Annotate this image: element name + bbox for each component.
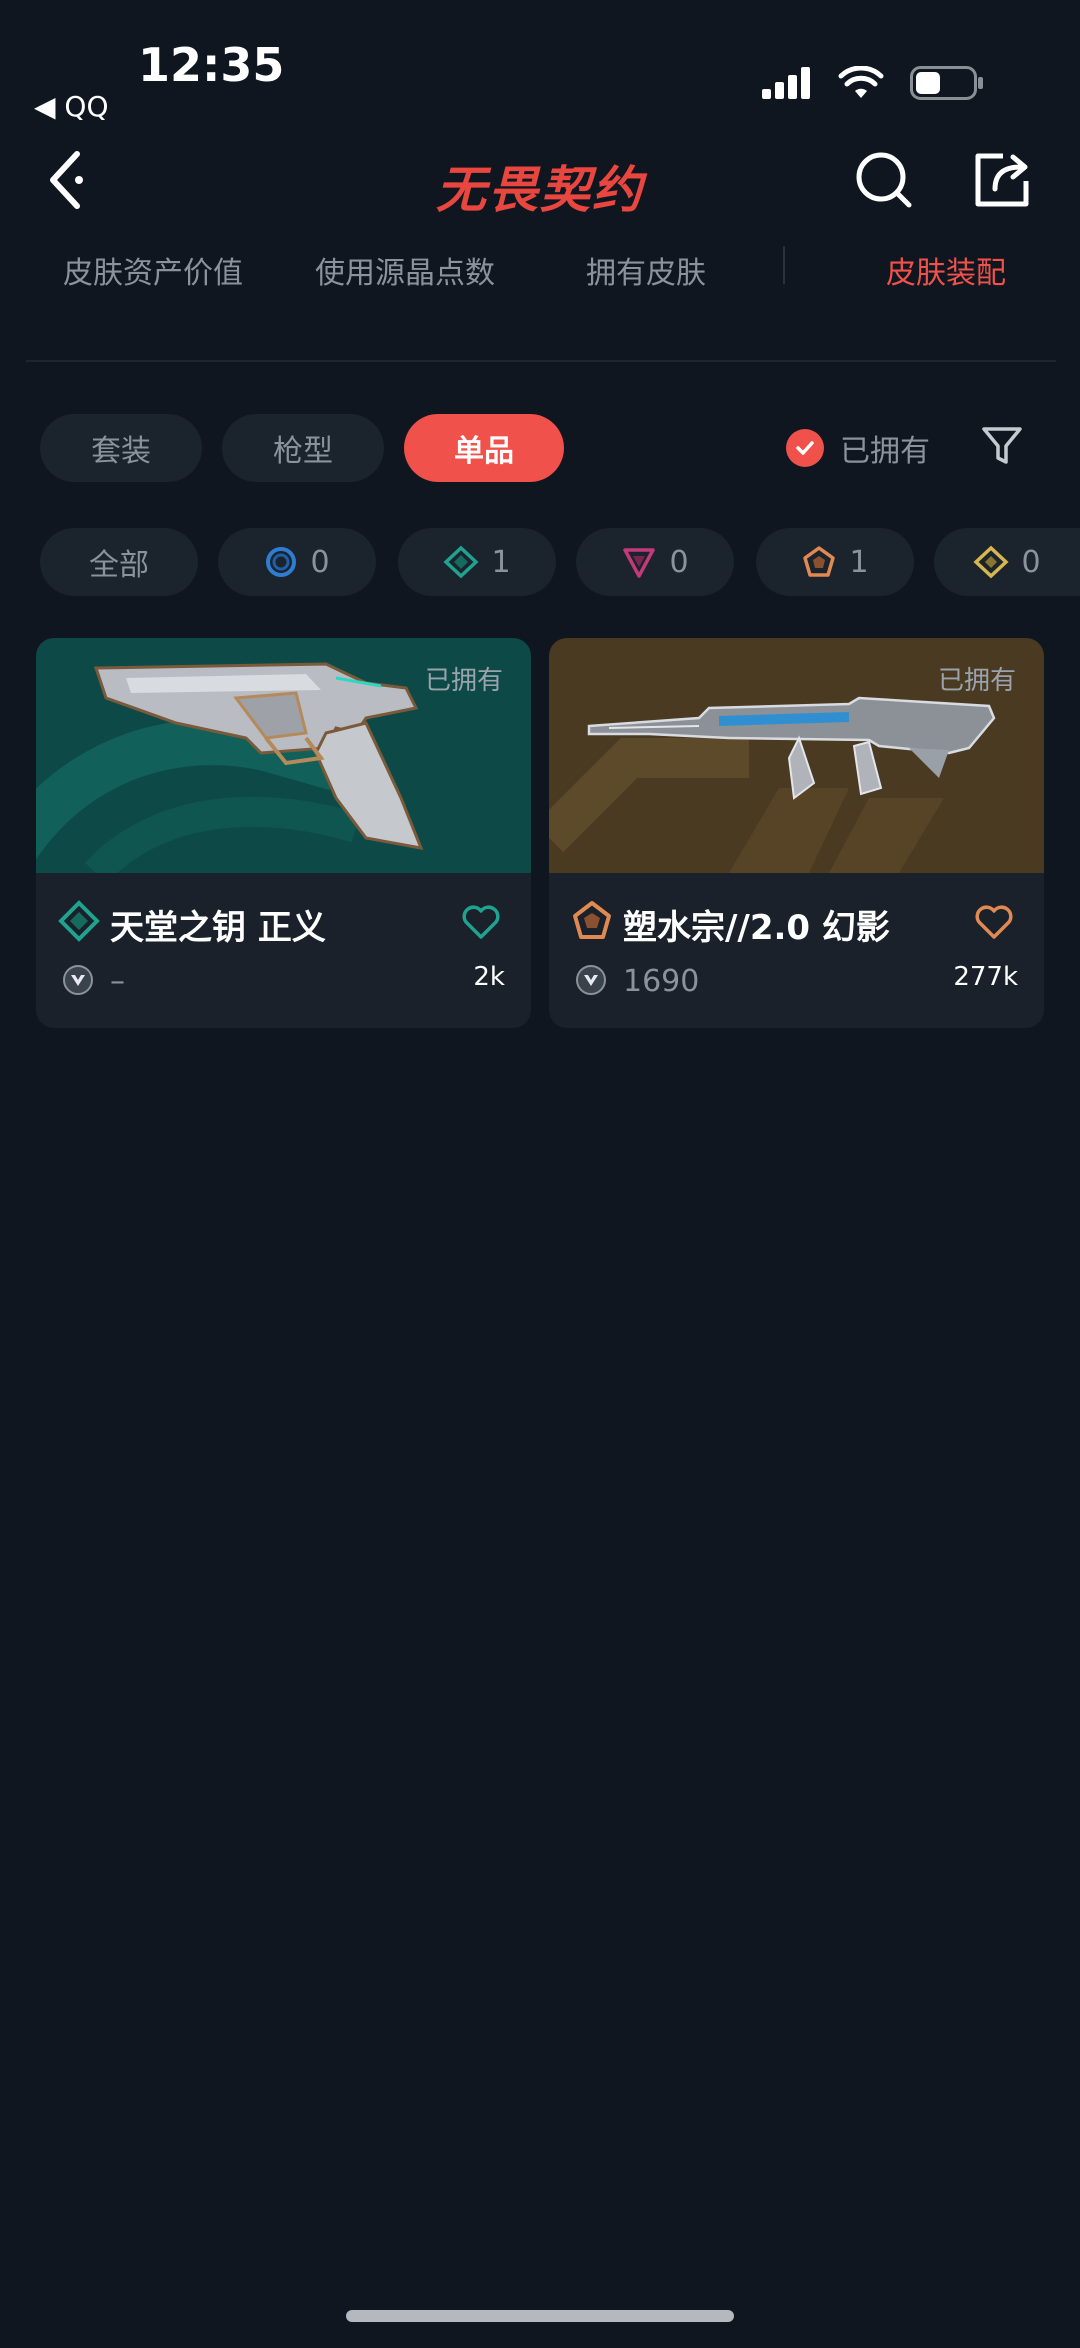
tab-skin-loadout[interactable]: 皮肤装配	[836, 248, 1056, 292]
chip-bundle[interactable]: 套装	[40, 414, 202, 482]
status-bar: 12:35 ◀ QQ	[0, 0, 1080, 130]
skin-likes: 277k	[953, 962, 1018, 992]
deluxe-tier-icon	[443, 545, 480, 579]
tab-vp-spent[interactable]: 使用源晶点数	[290, 248, 520, 292]
search-button[interactable]	[844, 140, 924, 220]
search-icon	[856, 152, 912, 208]
tab-skin-asset-value[interactable]: 皮肤资产价值	[38, 248, 268, 292]
rarity-filter-exclusive[interactable]: 1	[756, 528, 914, 596]
deluxe-tier-icon	[58, 900, 100, 942]
skin-card[interactable]: 已拥有 塑水宗//2.0 幻影 1690 277k	[549, 638, 1044, 1028]
rarity-count: 0	[669, 544, 689, 580]
divider	[26, 360, 1056, 362]
filter-icon	[982, 427, 1022, 464]
header: 无畏契约	[0, 140, 1080, 230]
owned-badge: 已拥有	[937, 666, 1016, 696]
rarity-filter-select[interactable]: 0	[218, 528, 376, 596]
battery-icon	[910, 66, 983, 100]
share-button[interactable]	[962, 140, 1042, 220]
rarity-filter-deluxe[interactable]: 1	[398, 528, 556, 596]
signal-icon	[762, 67, 810, 99]
rarity-count: 0	[310, 544, 330, 580]
skin-price: 1690	[623, 964, 700, 999]
skin-price: –	[110, 964, 125, 999]
owned-filter-toggle[interactable]: 已拥有	[786, 426, 930, 470]
rarity-count: 1	[849, 544, 869, 580]
tab-divider	[783, 246, 785, 284]
ultra-tier-icon	[973, 545, 1010, 579]
heart-icon[interactable]	[974, 904, 1014, 940]
skin-name: 塑水宗//2.0 幻影	[623, 908, 890, 948]
wifi-icon	[838, 66, 884, 98]
skin-likes: 2k	[473, 962, 505, 992]
exclusive-tier-icon	[573, 901, 611, 939]
tab-owned-skins[interactable]: 拥有皮肤	[546, 248, 746, 292]
chip-single-item[interactable]: 单品	[404, 414, 564, 482]
skin-card[interactable]: 已拥有 天堂之钥 正义 – 2k	[36, 638, 531, 1028]
rarity-count: 0	[1021, 544, 1041, 580]
valorant-points-icon	[63, 965, 93, 995]
checkbox-checked-icon	[786, 429, 824, 467]
chip-weapon-type[interactable]: 枪型	[222, 414, 384, 482]
owned-filter-label: 已拥有	[840, 434, 930, 469]
status-icons	[762, 66, 984, 100]
rarity-filter-all[interactable]: 全部	[40, 528, 198, 596]
status-time: 12:35	[138, 38, 285, 92]
owned-badge: 已拥有	[424, 666, 503, 696]
tab-bar: 皮肤资产价值 使用源晶点数 拥有皮肤 皮肤装配	[26, 246, 1056, 308]
valorant-points-icon	[576, 965, 606, 995]
exclusive-tier-icon	[803, 546, 836, 577]
skin-name: 天堂之钥 正义	[110, 908, 326, 948]
rarity-filter-ultra[interactable]: 0	[934, 528, 1080, 596]
back-to-app-link[interactable]: ◀ QQ	[34, 90, 109, 123]
premium-tier-icon	[623, 548, 656, 578]
home-indicator[interactable]	[346, 2310, 734, 2322]
rarity-count: 1	[491, 544, 511, 580]
select-tier-icon	[266, 547, 297, 577]
heart-icon[interactable]	[461, 904, 501, 940]
filter-button[interactable]	[980, 424, 1024, 468]
share-icon	[975, 153, 1029, 207]
rarity-filter-premium[interactable]: 0	[576, 528, 734, 596]
rarity-all-label: 全部	[89, 548, 149, 583]
